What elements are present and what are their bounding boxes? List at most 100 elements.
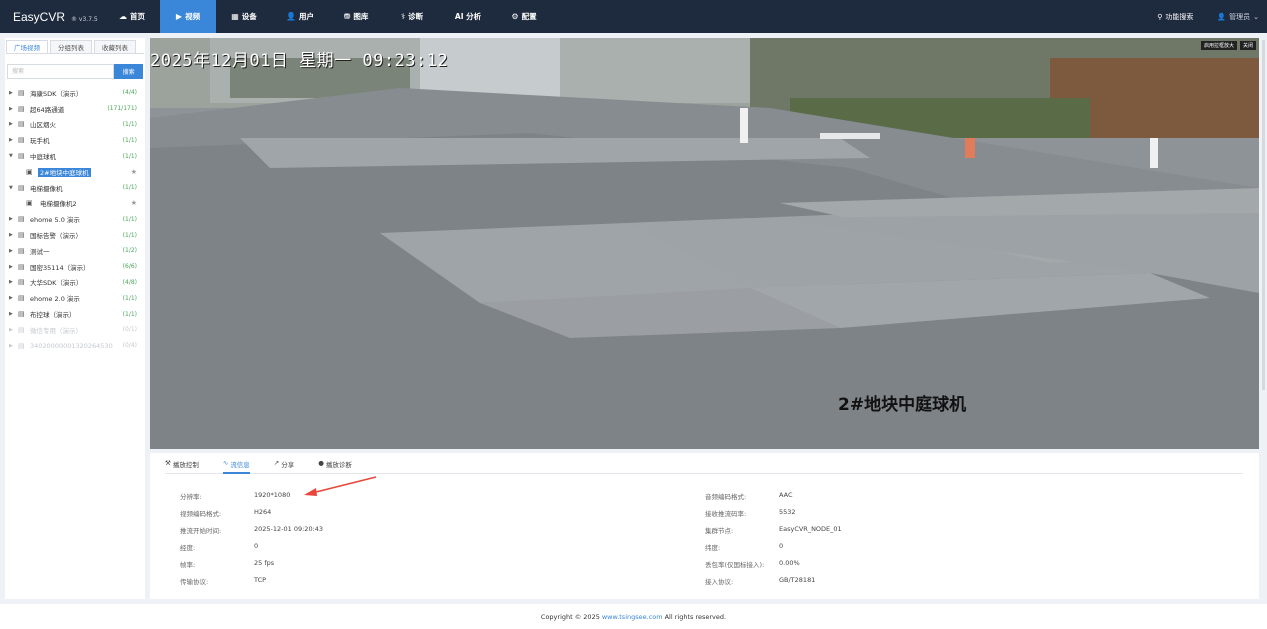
- caret-down-icon[interactable]: ▼: [9, 153, 18, 159]
- sidebar-tab-1[interactable]: 分组列表: [50, 40, 92, 53]
- tree-group-item[interactable]: ▶ ▤ 大华SDK（演示） (4/8): [5, 275, 145, 291]
- sidebar-tab-0[interactable]: 广场视频: [6, 40, 48, 53]
- tree-channel-item[interactable]: ▣ 电梯摄像机2 ★: [5, 196, 145, 212]
- tree-node-text: ehome 5.0 演示: [30, 216, 80, 225]
- tree-group-item[interactable]: ▶ ▤ 测试一 (1/2): [5, 243, 145, 259]
- nav-icon: ▦: [231, 12, 239, 21]
- info-row: 视频编码格式: H264: [180, 508, 271, 518]
- tab-label: 流信息: [230, 461, 250, 469]
- tree-node-label: 布控球（演示）: [30, 309, 123, 319]
- info-value: 2025-12-01 09:20:43: [254, 525, 324, 533]
- caret-right-icon[interactable]: ▶: [9, 295, 18, 301]
- tree-node-label: ehome 5.0 演示: [30, 214, 123, 224]
- feature-search-label: 功能搜索: [1165, 12, 1194, 21]
- tree-node-label: 2#地块中庭球机: [38, 167, 131, 177]
- group-icon: ▤: [18, 136, 25, 145]
- caret-right-icon[interactable]: ▶: [9, 121, 18, 127]
- info-label: 帧率:: [180, 561, 196, 569]
- nav-label: 设备: [241, 12, 257, 21]
- version-label: ® v3.7.5: [71, 15, 98, 23]
- nav-item-4[interactable]: ⛃ 图库: [328, 0, 384, 33]
- info-value: 1920*1080: [254, 491, 291, 499]
- caret-right-icon[interactable]: ▶: [9, 311, 18, 317]
- footer: Copyright © 2025 www.tsingsee.com All ri…: [0, 604, 1267, 629]
- nav-item-6[interactable]: AI 分析: [440, 0, 496, 33]
- zoom-box-button[interactable]: 启用拉框放大: [1200, 41, 1237, 50]
- tree-group-item[interactable]: ▶ ▤ 超64路通道 (171/171): [5, 101, 145, 117]
- panel-tab-3[interactable]: ● 播放诊断: [318, 459, 352, 474]
- tab-icon: ⚒: [165, 459, 171, 467]
- tree-group-item[interactable]: ▶ ▤ 34020000001320264530 (0/4): [5, 338, 145, 354]
- panel-tab-1[interactable]: ∿ 流信息: [222, 459, 250, 474]
- tree-group-item[interactable]: ▶ ▤ 微信专用（演示） (0/1): [5, 322, 145, 338]
- panel-tab-2[interactable]: ↗ 分享: [274, 459, 294, 474]
- caret-right-icon[interactable]: ▶: [9, 343, 18, 349]
- nav-item-3[interactable]: 👤 用户: [272, 0, 328, 33]
- tree-group-item[interactable]: ▶ ▤ ehome 2.0 演示 (1/1): [5, 290, 145, 306]
- caret-right-icon[interactable]: ▶: [9, 248, 18, 254]
- caret-right-icon[interactable]: ▶: [9, 216, 18, 222]
- info-row: 接入协议: GB/T28181: [705, 576, 815, 586]
- tree-group-item[interactable]: ▶ ▤ ehome 5.0 演示 (1/1): [5, 211, 145, 227]
- website-link[interactable]: www.tsingsee.com: [602, 613, 663, 621]
- caret-right-icon[interactable]: ▶: [9, 327, 18, 333]
- sidebar-tab-2[interactable]: 收藏列表: [94, 40, 136, 53]
- tree-node-label: 电梯摄像机2: [38, 198, 131, 208]
- video-player[interactable]: 2025年12月01日 星期一 09:23:12 2#地块中庭球机 启用拉框放大…: [150, 38, 1259, 449]
- feature-search-button[interactable]: ⚲ 功能搜索: [1157, 12, 1193, 22]
- tree-node-text: 国标告警（演示）: [30, 232, 82, 241]
- favorite-star-icon[interactable]: ★: [131, 199, 137, 207]
- close-video-button[interactable]: 关闭: [1239, 41, 1256, 50]
- caret-down-icon[interactable]: ▼: [9, 185, 18, 191]
- online-count: (1/1): [122, 152, 137, 160]
- nav-item-5[interactable]: ⚕ 诊断: [384, 0, 440, 33]
- nav-item-1[interactable]: ▶ 视频: [160, 0, 216, 33]
- nav-label: 用户: [298, 12, 314, 21]
- tree-node-label: 山区烟火: [30, 119, 123, 129]
- online-count: (4/4): [122, 89, 137, 97]
- search-input[interactable]: [7, 64, 115, 79]
- tree-group-item[interactable]: ▼ ▤ 中庭球机 (1/1): [5, 148, 145, 164]
- annotation-arrow: [304, 476, 377, 496]
- tree-group-item[interactable]: ▶ ▤ 国密35114（演示） (6/6): [5, 259, 145, 275]
- tree-group-item[interactable]: ▶ ▤ 玩手机 (1/1): [5, 132, 145, 148]
- page-scrollbar[interactable]: [1262, 40, 1265, 390]
- group-icon: ▤: [18, 183, 25, 192]
- tree-node-text: 超64路通道: [30, 105, 65, 114]
- caret-right-icon[interactable]: ▶: [9, 137, 18, 143]
- panel-tabs: ⚒ 播放控制 ∿ 流信息 ↗ 分享 ● 播放诊断: [165, 459, 1243, 474]
- favorite-star-icon[interactable]: ★: [131, 168, 137, 176]
- nav-label: 图库: [353, 12, 369, 21]
- tree-group-item[interactable]: ▼ ▤ 电梯摄像机 (1/1): [5, 180, 145, 196]
- caret-right-icon[interactable]: ▶: [9, 279, 18, 285]
- user-menu[interactable]: 👤 管理员 ⌄: [1217, 12, 1259, 22]
- nav-item-2[interactable]: ▦ 设备: [216, 0, 272, 33]
- group-icon: ▤: [18, 341, 25, 350]
- brand[interactable]: EasyCVR ® v3.7.5: [0, 10, 104, 24]
- tree-group-item[interactable]: ▶ ▤ 山区烟火 (1/1): [5, 117, 145, 133]
- tab-icon: ●: [318, 459, 324, 467]
- info-label: 丢包率(仅国标接入):: [705, 561, 765, 569]
- online-count: (1/2): [122, 247, 137, 255]
- online-count: (1/1): [122, 215, 137, 223]
- info-row: 纬度: 0: [705, 542, 783, 552]
- tree-node-label: 国密35114（演示）: [30, 262, 123, 272]
- nav-item-0[interactable]: ☁ 首页: [104, 0, 160, 33]
- nav-item-7[interactable]: ⚙ 配置: [496, 0, 552, 33]
- caret-right-icon[interactable]: ▶: [9, 264, 18, 270]
- camera-icon: ▣: [26, 167, 33, 176]
- caret-right-icon[interactable]: ▶: [9, 90, 18, 96]
- tree-group-item[interactable]: ▶ ▤ 海康SDK（演示） (4/4): [5, 85, 145, 101]
- search-button[interactable]: 搜索: [114, 64, 143, 79]
- tree-group-item[interactable]: ▶ ▤ 国标告警（演示） (1/1): [5, 227, 145, 243]
- nav-icon: ⚕: [400, 12, 406, 21]
- panel-tab-0[interactable]: ⚒ 播放控制: [165, 459, 199, 474]
- sidebar-tabs: 广场视频 分组列表 收藏列表: [5, 38, 145, 53]
- caret-right-icon[interactable]: ▶: [9, 232, 18, 238]
- tree-channel-item[interactable]: ▣ 2#地块中庭球机 ★: [5, 164, 145, 180]
- nav-icon: ☁: [119, 12, 127, 21]
- caret-right-icon[interactable]: ▶: [9, 106, 18, 112]
- tree-group-item[interactable]: ▶ ▤ 布控球（演示） (1/1): [5, 306, 145, 322]
- tree-node-text: 大华SDK（演示）: [30, 279, 83, 288]
- stream-info-panel: ⚒ 播放控制 ∿ 流信息 ↗ 分享 ● 播放诊断 分辨率: 1920*1080 视频编码格式: H2…: [150, 453, 1259, 599]
